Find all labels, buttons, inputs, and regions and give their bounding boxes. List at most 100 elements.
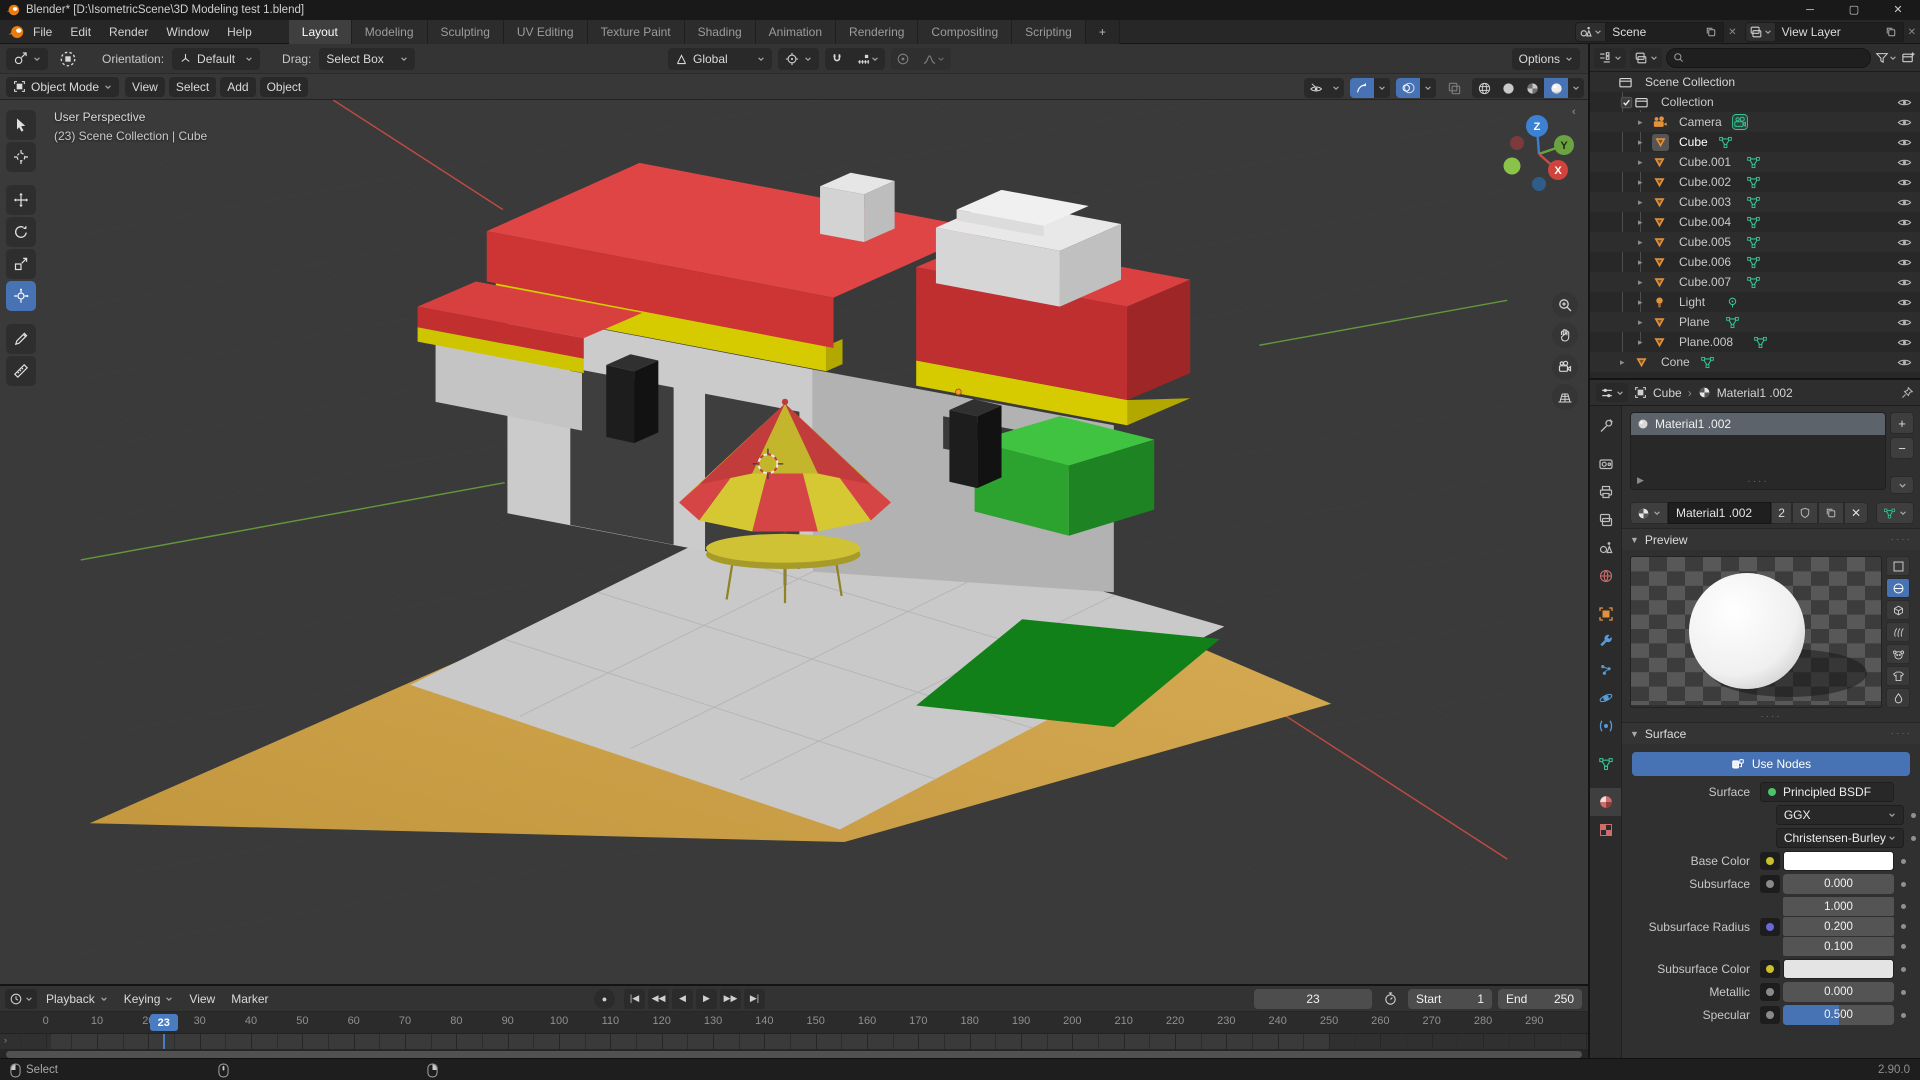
- expand-icon[interactable]: ▸: [1638, 277, 1648, 288]
- breadcrumb-material[interactable]: Material1 .002: [1717, 386, 1793, 400]
- workspace-tab-layout[interactable]: Layout: [289, 20, 352, 44]
- shading-dropdown[interactable]: [1568, 78, 1584, 98]
- material-slot-list[interactable]: Material1 .002 ▶ ····: [1630, 412, 1886, 490]
- drag-dropdown[interactable]: Select Box: [319, 48, 415, 70]
- outliner-item-cube-005[interactable]: ▸ Cube.005: [1590, 232, 1920, 252]
- menu-file[interactable]: File: [24, 20, 61, 43]
- sidebar-collapse-icon[interactable]: ‹: [1572, 106, 1576, 118]
- workspace-tab-compositing[interactable]: Compositing: [918, 20, 1012, 44]
- new-collection-button[interactable]: [1901, 50, 1916, 65]
- outliner-search-input[interactable]: [1688, 51, 1864, 65]
- outliner-item-cube-004[interactable]: ▸ Cube.004: [1590, 212, 1920, 232]
- hide-eye-icon[interactable]: [1897, 135, 1912, 150]
- maximize-button[interactable]: ▢: [1832, 0, 1876, 20]
- material-users-count[interactable]: 2: [1771, 502, 1792, 524]
- remove-view-layer-icon[interactable]: ✕: [1908, 27, 1916, 38]
- expand-icon[interactable]: ▸: [1638, 237, 1648, 248]
- scene-browse-button[interactable]: [1575, 22, 1606, 42]
- proportional-falloff-dropdown[interactable]: [915, 49, 951, 69]
- vector-subsurface-radius-0[interactable]: 1.000: [1783, 897, 1894, 916]
- use-nodes-button[interactable]: Use Nodes: [1632, 752, 1910, 776]
- hide-eye-icon[interactable]: [1897, 315, 1912, 330]
- browse-material-dropdown[interactable]: [1630, 502, 1668, 524]
- shading-rendered-button[interactable]: [1544, 78, 1568, 98]
- tool-measure-button[interactable]: [6, 356, 36, 386]
- blender-menu-icon[interactable]: [8, 24, 24, 40]
- unlink-material-icon[interactable]: ✕: [1844, 502, 1868, 524]
- properties-tab-physics[interactable]: [1590, 684, 1621, 712]
- slot-specials-dropdown[interactable]: [1890, 476, 1914, 494]
- zoom-icon[interactable]: [1552, 292, 1578, 318]
- properties-tab-constraints[interactable]: [1590, 712, 1621, 740]
- view-layer-browse-button[interactable]: [1745, 22, 1776, 42]
- preview-type-cloth-button[interactable]: [1886, 666, 1910, 686]
- properties-tab-material[interactable]: [1590, 788, 1621, 816]
- 3d-viewport[interactable]: User Perspective (23) Scene Collection |…: [0, 100, 1588, 984]
- xray-toggle[interactable]: [1442, 77, 1466, 99]
- workspace-tab-sculpting[interactable]: Sculpting: [428, 20, 504, 44]
- animate-dot[interactable]: [1911, 836, 1916, 841]
- animate-dot[interactable]: [1911, 813, 1916, 818]
- add-slot-button[interactable]: +: [1890, 412, 1914, 434]
- tool-cursor-button[interactable]: [6, 142, 36, 172]
- tool-tweak-select-button[interactable]: [6, 110, 36, 140]
- slider-specular[interactable]: 0.500: [1783, 1005, 1894, 1025]
- slider-subsurface[interactable]: 0.000: [1783, 874, 1894, 894]
- material-slot-selected[interactable]: Material1 .002: [1631, 413, 1885, 435]
- workspace-tab-scripting[interactable]: Scripting: [1012, 20, 1086, 44]
- drag-handle-dots[interactable]: ····: [1747, 473, 1768, 487]
- outliner-item-cube[interactable]: ▸ Cube: [1590, 132, 1920, 152]
- overlays-dropdown[interactable]: [1420, 78, 1436, 98]
- tool-rotate-button[interactable]: [6, 217, 36, 247]
- hide-eye-icon[interactable]: [1897, 215, 1912, 230]
- proportional-edit-icon[interactable]: [891, 49, 915, 69]
- hide-eye-icon[interactable]: [1897, 235, 1912, 250]
- unlink-scene-icon[interactable]: ✕: [1728, 27, 1736, 38]
- breadcrumb-object[interactable]: Cube: [1653, 386, 1682, 400]
- expand-icon[interactable]: ▸: [1620, 357, 1630, 368]
- outliner-item-plane-008[interactable]: ▸ Plane.008: [1590, 332, 1920, 352]
- next-keyframe-button[interactable]: ▶▶: [720, 989, 741, 1009]
- camera-view-icon[interactable]: [1552, 354, 1578, 380]
- dropdown-christensen-burley[interactable]: Christensen-Burley: [1776, 828, 1904, 848]
- outliner-item-cube-001[interactable]: ▸ Cube.001: [1590, 152, 1920, 172]
- start-frame-field[interactable]: Start1: [1408, 989, 1492, 1009]
- show-overlays-toggle[interactable]: [1396, 78, 1420, 98]
- tool-scale-button[interactable]: [6, 249, 36, 279]
- outliner-item-camera[interactable]: ▸ Camera: [1590, 112, 1920, 132]
- outliner-item-plane[interactable]: ▸ Plane: [1590, 312, 1920, 332]
- expand-icon[interactable]: ▸: [1638, 177, 1648, 188]
- vector-subsurface-radius-2[interactable]: 0.100: [1783, 937, 1894, 956]
- expand-icon[interactable]: ▸: [1638, 197, 1648, 208]
- outliner-item-scene-collection[interactable]: Scene Collection: [1590, 72, 1920, 92]
- workspace-tab-uv-editing[interactable]: UV Editing: [504, 20, 588, 44]
- preview-type-cube-button[interactable]: [1886, 600, 1910, 620]
- outliner-item-light[interactable]: ▸ Light: [1590, 292, 1920, 312]
- expand-icon[interactable]: ▸: [1638, 337, 1648, 348]
- properties-tab-object-data[interactable]: [1590, 750, 1621, 778]
- preview-type-hair-button[interactable]: [1886, 622, 1910, 642]
- animate-dot[interactable]: [1901, 967, 1906, 972]
- slider-metallic[interactable]: 0.000: [1783, 982, 1894, 1002]
- preview-type-monkey-button[interactable]: [1886, 644, 1910, 664]
- expand-icon[interactable]: ▸: [1638, 257, 1648, 268]
- panel-drag-dots[interactable]: ····: [1891, 534, 1912, 545]
- preview-type-plane-button[interactable]: [1886, 556, 1910, 576]
- scrollbar-thumb[interactable]: [6, 1051, 1582, 1058]
- snap-target-dropdown[interactable]: [849, 49, 885, 69]
- hide-eye-icon[interactable]: [1897, 275, 1912, 290]
- preview-panel-header[interactable]: ▼ Preview ····: [1622, 528, 1920, 550]
- animate-dot[interactable]: [1901, 904, 1906, 909]
- add-workspace-button[interactable]: +: [1086, 20, 1120, 44]
- timeline-editor-type-dropdown[interactable]: [5, 989, 37, 1009]
- hide-eye-icon[interactable]: [1897, 195, 1912, 210]
- play-button[interactable]: ▶: [696, 989, 717, 1009]
- orthographic-toggle-icon[interactable]: [1552, 384, 1578, 410]
- tool-move-button[interactable]: [6, 185, 36, 215]
- outliner-item-cube-002[interactable]: ▸ Cube.002: [1590, 172, 1920, 192]
- preview-type-fluid-button[interactable]: [1886, 688, 1910, 708]
- show-gizmo-toggle[interactable]: [1350, 78, 1374, 98]
- gizmo-dropdown[interactable]: [1374, 78, 1390, 98]
- hide-eye-icon[interactable]: [1897, 255, 1912, 270]
- fake-user-shield-icon[interactable]: [1792, 502, 1818, 524]
